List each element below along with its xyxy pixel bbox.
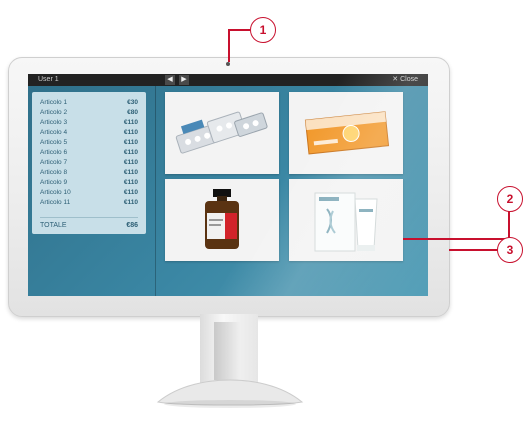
pill-blisters-icon [175, 111, 268, 154]
chevron-left-icon: ◀ [167, 76, 173, 83]
receipt-row[interactable]: Articolo 5 €110 [40, 138, 138, 147]
item-name: Articolo 6 [40, 149, 68, 156]
receipt-row[interactable]: Articolo 10 €110 [40, 188, 138, 197]
item-price: €110 [123, 149, 138, 156]
receipt-row[interactable]: Articolo 4 €110 [40, 128, 138, 137]
item-name: Articolo 4 [40, 129, 68, 136]
item-price: €30 [127, 99, 138, 106]
item-price: €110 [123, 159, 138, 166]
product-tile-bottle[interactable] [165, 179, 279, 261]
receipt-divider [40, 217, 138, 218]
receipt-row[interactable]: Articolo 1 €30 [40, 98, 138, 107]
callout-3: 3 [497, 237, 523, 263]
item-name: Articolo 3 [40, 119, 68, 126]
chevron-right-icon: ▶ [181, 76, 187, 83]
medicine-box-icon [304, 111, 390, 155]
leader-line-3 [449, 249, 497, 251]
total-label: TOTALE [40, 222, 67, 229]
product-tile-box[interactable] [289, 92, 403, 174]
item-name: Articolo 1 [40, 99, 68, 106]
prev-button[interactable]: ◀ [165, 75, 175, 85]
next-button[interactable]: ▶ [179, 75, 189, 85]
user-label[interactable]: User 1 [38, 74, 59, 86]
receipt-row[interactable]: Articolo 6 €110 [40, 148, 138, 157]
panel-separator [155, 86, 156, 296]
item-name: Articolo 5 [40, 139, 68, 146]
item-name: Articolo 9 [40, 179, 68, 186]
item-name: Articolo 8 [40, 169, 68, 176]
callout-2: 2 [497, 186, 523, 212]
total-row: TOTALE €86 [40, 222, 138, 229]
item-name: Articolo 11 [40, 199, 71, 206]
product-tile-pills[interactable] [165, 92, 279, 174]
leader-line-1 [228, 29, 250, 31]
item-price: €110 [123, 199, 138, 206]
receipt-row[interactable]: Articolo 11 €110 [40, 198, 138, 207]
receipt-row[interactable]: Articolo 2 €80 [40, 108, 138, 117]
leader-line-2 [403, 238, 509, 240]
top-bar: User 1 ◀ ▶ ✕ Close [28, 74, 428, 86]
close-label: Close [400, 76, 418, 83]
item-price: €80 [127, 109, 138, 116]
receipt-row[interactable]: Articolo 7 €110 [40, 158, 138, 167]
item-price: €110 [123, 189, 138, 196]
item-name: Articolo 2 [40, 109, 68, 116]
close-button[interactable]: ✕ Close [392, 74, 418, 86]
cream-tubes-icon [314, 192, 378, 252]
receipt-row[interactable]: Articolo 3 €110 [40, 118, 138, 127]
item-price: €110 [123, 179, 138, 186]
receipt-panel: Articolo 1 €30 Articolo 2 €80 Articolo 3… [32, 92, 146, 234]
stand-base [156, 379, 304, 408]
product-tile-cream[interactable] [289, 179, 403, 261]
close-icon: ✕ [392, 76, 401, 83]
item-name: Articolo 10 [40, 189, 71, 196]
stand-neck-inner [214, 322, 240, 380]
medicine-bottle-icon [205, 189, 239, 249]
item-name: Articolo 7 [40, 159, 68, 166]
receipt-row[interactable]: Articolo 8 €110 [40, 168, 138, 177]
item-price: €110 [123, 139, 138, 146]
item-price: €110 [123, 129, 138, 136]
callout-1: 1 [250, 17, 276, 43]
leader-line-1 [228, 29, 230, 62]
total-value: €86 [126, 222, 138, 229]
item-price: €110 [123, 169, 138, 176]
camera-icon [226, 62, 230, 66]
receipt-row[interactable]: Articolo 9 €110 [40, 178, 138, 187]
leader-line-2 [508, 210, 510, 239]
item-price: €110 [123, 119, 138, 126]
